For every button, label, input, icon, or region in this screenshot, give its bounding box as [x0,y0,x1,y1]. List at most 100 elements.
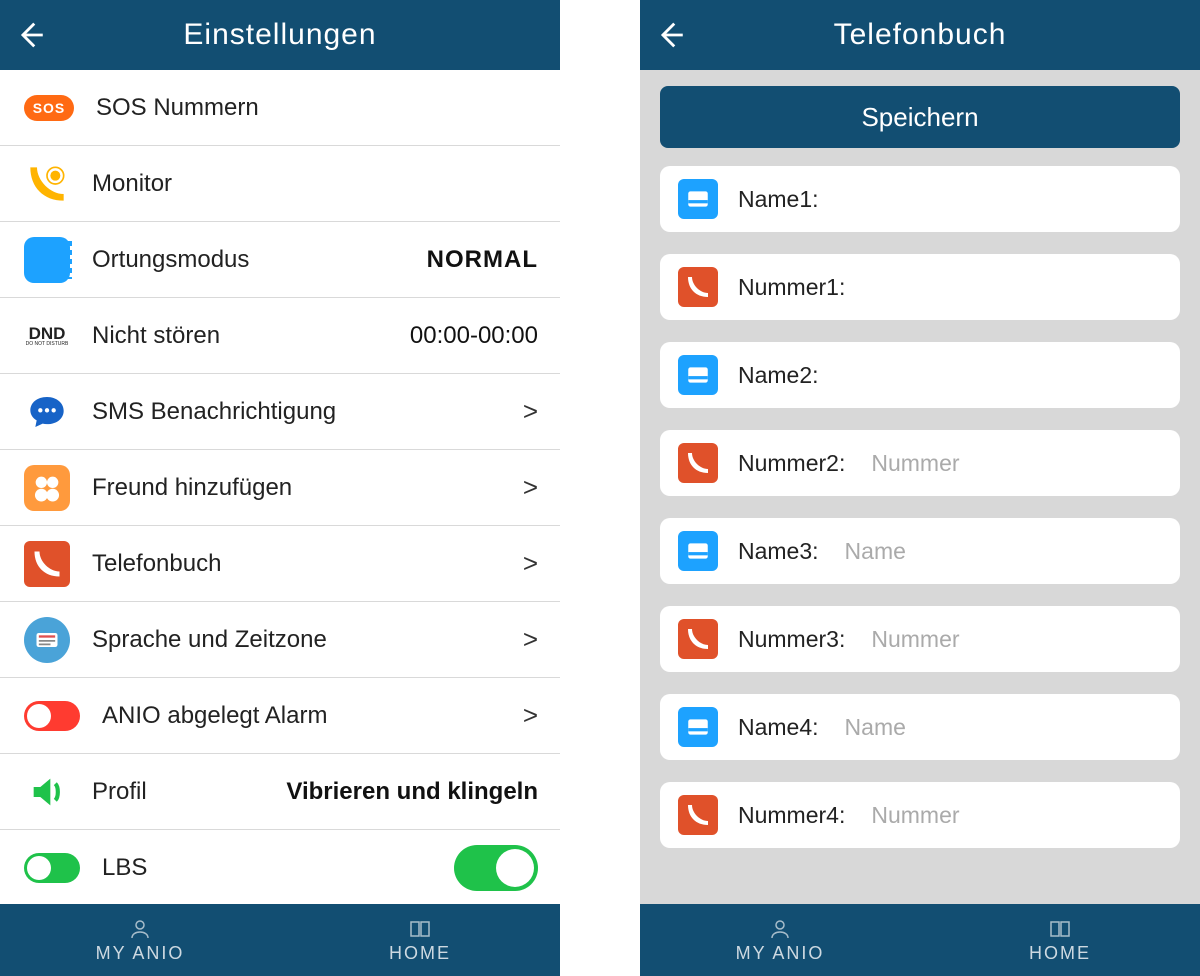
field-label: Nummer1: [738,274,845,301]
row-sos[interactable]: SOS SOS Nummern [0,70,560,146]
chevron-right-icon: > [517,396,538,427]
settings-list: SOS SOS Nummern Monitor Ortungsmodus [0,70,560,904]
add-friend-icon [24,465,70,511]
row-lang-label: Sprache und Zeitzone [92,626,327,654]
phone-icon [678,443,718,483]
book-icon [1048,917,1072,941]
monitor-icon [24,161,70,207]
person-icon [128,917,152,941]
phonebook-title: Telefonbuch [640,18,1200,52]
row-location-label: Ortungsmodus [92,246,249,274]
location-mode-icon [24,237,70,283]
settings-header: Einstellungen [0,0,560,70]
phonebook-icon [24,541,70,587]
settings-screen: Einstellungen SOS SOS Nummern Monitor [0,0,560,976]
field-label: Name2: [738,362,819,389]
contact-name-field[interactable]: Name3: Name [660,518,1180,584]
settings-title: Einstellungen [0,18,560,52]
row-language-timezone[interactable]: Sprache und Zeitzone > [0,602,560,678]
row-phonebook-label: Telefonbuch [92,550,221,578]
contact-card-icon [678,355,718,395]
save-button[interactable]: Speichern [660,86,1180,148]
profile-sound-icon [24,769,70,815]
phonebook-body: Speichern Name1:Nummer1:Name2:Nummer2:Nu… [640,70,1200,904]
row-dnd-value: 00:00-00:00 [410,322,538,350]
phone-icon [678,619,718,659]
contact-number-field[interactable]: Nummer4: Nummer [660,782,1180,848]
contact-card-icon [678,531,718,571]
nav-home[interactable]: HOME [920,904,1200,976]
chevron-right-icon: > [517,548,538,579]
contact-number-field[interactable]: Nummer1: [660,254,1180,320]
field-placeholder: Name [845,714,906,741]
row-monitor-label: Monitor [92,170,172,198]
field-placeholder: Nummer [871,626,959,653]
nav-my-anio[interactable]: MY ANIO [0,904,280,976]
field-label: Name1: [738,186,819,213]
field-label: Name4: [738,714,819,741]
dnd-icon: DND DO NOT DISTURB [24,313,70,359]
field-label: Name3: [738,538,819,565]
contact-card-icon [678,179,718,219]
back-arrow-icon [653,18,687,52]
contact-number-field[interactable]: Nummer2: Nummer [660,430,1180,496]
alarm-toggle-icon [24,701,80,731]
row-profil[interactable]: Profil Vibrieren und klingeln [0,754,560,830]
chevron-right-icon: > [517,624,538,655]
contact-name-field[interactable]: Name1: [660,166,1180,232]
row-location-value: NORMAL [427,246,538,274]
row-location-mode[interactable]: Ortungsmodus NORMAL [0,222,560,298]
phonebook-header: Telefonbuch [640,0,1200,70]
row-profil-value: Vibrieren und klingeln [286,778,538,806]
nav-home-label: HOME [389,943,451,964]
settings-body: SOS SOS Nummern Monitor Ortungsmodus [0,70,560,904]
lbs-toggle[interactable] [454,845,538,891]
row-sos-label: SOS Nummern [96,94,259,122]
field-placeholder: Name [845,538,906,565]
nav-my-anio-label: MY ANIO [736,943,825,964]
phonebook-screen: Telefonbuch Speichern Name1:Nummer1:Name… [640,0,1200,976]
bottom-nav: MY ANIO HOME [0,904,560,976]
row-lbs-label: LBS [102,854,147,882]
bottom-nav: MY ANIO HOME [640,904,1200,976]
nav-home[interactable]: HOME [280,904,560,976]
row-monitor[interactable]: Monitor [0,146,560,222]
chevron-right-icon: > [517,472,538,503]
back-arrow-icon [13,18,47,52]
phone-icon [678,795,718,835]
phone-icon [678,267,718,307]
phonebook-list: Name1: Nummer1: Name2: Nummer2: Nummer Name3:… [660,166,1180,848]
field-placeholder: Nummer [871,450,959,477]
nav-home-label: HOME [1029,943,1091,964]
row-dnd-label: Nicht stören [92,322,220,350]
sos-icon: SOS [24,95,74,121]
row-friend-label: Freund hinzufügen [92,474,292,502]
contact-number-field[interactable]: Nummer3: Nummer [660,606,1180,672]
row-dnd[interactable]: DND DO NOT DISTURB Nicht stören 00:00-00… [0,298,560,374]
contact-name-field[interactable]: Name2: [660,342,1180,408]
back-button[interactable] [640,0,700,70]
row-lbs[interactable]: LBS [0,830,560,904]
row-profil-label: Profil [92,778,147,806]
person-icon [768,917,792,941]
field-label: Nummer2: [738,450,845,477]
back-button[interactable] [0,0,60,70]
nav-my-anio[interactable]: MY ANIO [640,904,920,976]
field-placeholder: Nummer [871,802,959,829]
language-timezone-icon [24,617,70,663]
chevron-right-icon: > [517,700,538,731]
contact-name-field[interactable]: Name4: Name [660,694,1180,760]
row-add-friend[interactable]: Freund hinzufügen > [0,450,560,526]
row-phonebook[interactable]: Telefonbuch > [0,526,560,602]
row-sms[interactable]: SMS Benachrichtigung > [0,374,560,450]
sms-icon [24,389,70,435]
row-anio-alarm[interactable]: ANIO abgelegt Alarm > [0,678,560,754]
contact-card-icon [678,707,718,747]
row-sms-label: SMS Benachrichtigung [92,398,336,426]
row-alarm-label: ANIO abgelegt Alarm [102,702,327,730]
field-label: Nummer3: [738,626,845,653]
book-icon [408,917,432,941]
field-label: Nummer4: [738,802,845,829]
nav-my-anio-label: MY ANIO [96,943,185,964]
lbs-small-toggle-icon [24,853,80,883]
